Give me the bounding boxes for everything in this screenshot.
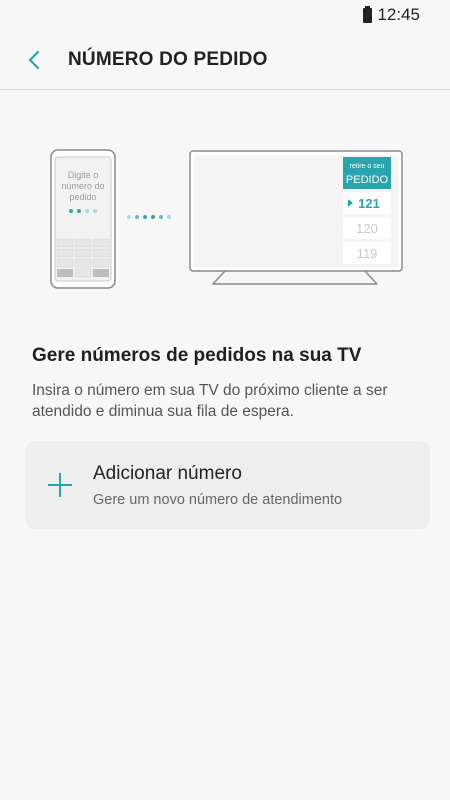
add-number-title: Adicionar número (93, 462, 242, 484)
phone-text-line-1: Digite o (68, 170, 99, 180)
back-button[interactable] (0, 30, 68, 90)
page-title: NÚMERO DO PEDIDO (68, 48, 268, 70)
battery-icon (363, 5, 373, 23)
tv-number-older: 119 (357, 246, 378, 261)
status-time: 12:45 (377, 5, 420, 24)
add-number-subtitle: Gere um novo número de atendimento (93, 491, 343, 508)
add-number-button[interactable]: Adicionar número Gere um novo número de … (25, 441, 430, 529)
phone-text-line-3: pedido (69, 192, 96, 202)
plus-icon (48, 473, 72, 497)
phone-tv-illustration: Digite o número do pedido retire o seu P… (50, 149, 403, 289)
status-bar: 12:45 (0, 0, 450, 30)
tv-banner-big: PEDIDO (346, 174, 389, 186)
headline: Gere números de pedidos na sua TV (32, 345, 362, 366)
app-bar: NÚMERO DO PEDIDO (0, 30, 450, 90)
connection-dots (127, 215, 171, 219)
tv-number-current: 121 (358, 196, 380, 211)
tv-illustration: retire o seu PEDIDO 121 120 119 (189, 150, 403, 285)
description: Insira o número em sua TV do próximo cli… (32, 382, 388, 420)
tv-banner-small: retire o seu (349, 163, 384, 170)
chevron-left-icon (28, 50, 40, 69)
phone-illustration: Digite o número do pedido (50, 149, 116, 289)
phone-text-line-2: número do (61, 181, 104, 191)
tv-number-previous: 120 (356, 221, 378, 236)
